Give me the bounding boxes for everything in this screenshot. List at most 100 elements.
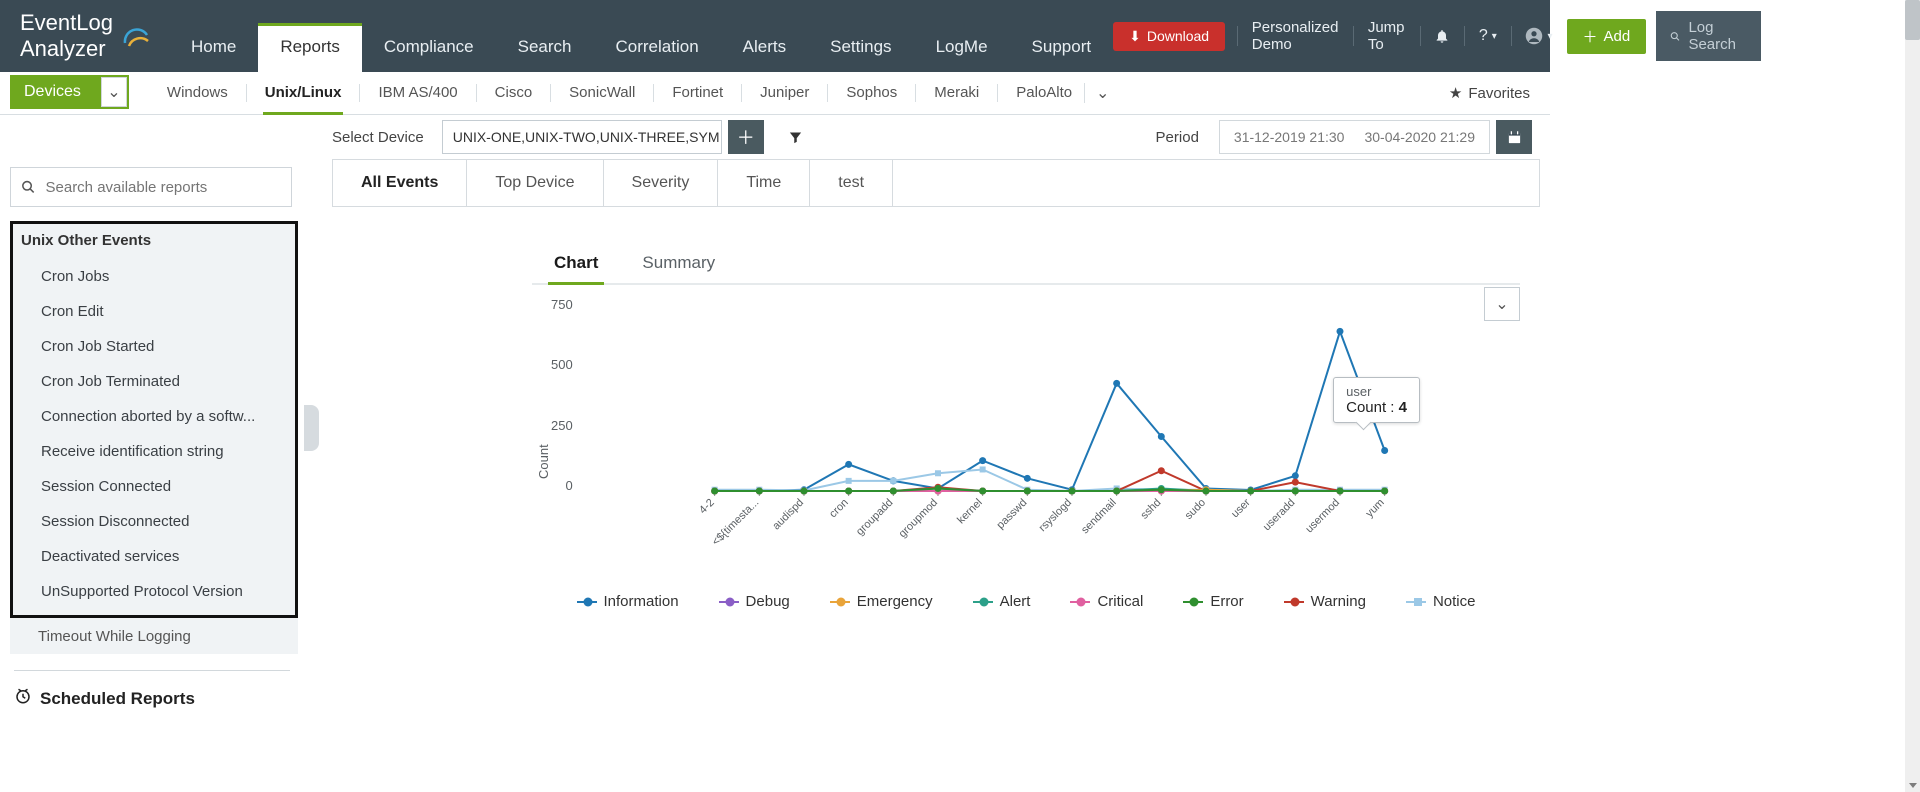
add-button[interactable]: ＋ Add	[1567, 19, 1647, 54]
legend-label: Critical	[1097, 593, 1143, 610]
nav-logme[interactable]: LogMe	[914, 23, 1010, 72]
platform-tabs: Windows Unix/Linux IBM AS/400 Cisco Soni…	[155, 72, 1120, 114]
subtab-unix[interactable]: Unix/Linux	[253, 72, 354, 114]
subtab-ibm[interactable]: IBM AS/400	[366, 72, 469, 114]
tree-item[interactable]: Session Connected	[13, 469, 295, 504]
svg-text:passwd: passwd	[994, 497, 1029, 532]
log-search-button[interactable]: Log Search	[1656, 11, 1761, 61]
tree-item[interactable]: Session Disconnected	[13, 504, 295, 539]
subtab-fortinet[interactable]: Fortinet	[660, 72, 735, 114]
favorites-link[interactable]: ★ Favorites	[1429, 72, 1550, 114]
tree-item[interactable]: Cron Jobs	[13, 259, 295, 294]
nav-home[interactable]: Home	[169, 23, 258, 72]
user-menu-icon[interactable]: ▾	[1511, 27, 1566, 45]
more-platforms-caret[interactable]: ⌄	[1084, 83, 1120, 103]
tab-time[interactable]: Time	[718, 160, 810, 206]
tab-all-events[interactable]: All Events	[333, 160, 467, 206]
nav-support[interactable]: Support	[1010, 23, 1114, 72]
legend-label: Warning	[1311, 593, 1366, 610]
legend-label: Error	[1210, 593, 1243, 610]
period-label: Period	[1156, 129, 1199, 146]
log-search-label: Log Search	[1688, 19, 1740, 53]
page-scrollbar[interactable]	[1905, 0, 1920, 792]
legend-item-critical[interactable]: Critical	[1070, 593, 1143, 610]
svg-text:usermod: usermod	[1303, 497, 1342, 536]
legend-marker-icon	[577, 597, 597, 607]
nav-alerts[interactable]: Alerts	[721, 23, 808, 72]
subtab-meraki[interactable]: Meraki	[922, 72, 991, 114]
subtab-windows[interactable]: Windows	[155, 72, 240, 114]
legend-label: Alert	[1000, 593, 1031, 610]
tooltip-value: 4	[1399, 399, 1407, 416]
svg-text:groupmod: groupmod	[896, 497, 940, 541]
nav-compliance[interactable]: Compliance	[362, 23, 496, 72]
add-device-button[interactable]: ＋	[728, 120, 764, 154]
tree-item[interactable]: Deactivated services	[13, 539, 295, 574]
legend-item-warning[interactable]: Warning	[1284, 593, 1366, 610]
period-area: Period 31-12-2019 21:30 30-04-2020 21:29	[1156, 120, 1550, 154]
legend-item-emergency[interactable]: Emergency	[830, 593, 933, 610]
jump-to-link[interactable]: Jump To	[1354, 19, 1420, 53]
line-chart-svg: 4-2<${timesta...audispdcrongroupaddgroup…	[581, 297, 1520, 567]
tree-group-title[interactable]: Unix Other Events	[13, 226, 295, 259]
legend-item-notice[interactable]: Notice	[1406, 593, 1476, 610]
nav-search[interactable]: Search	[496, 23, 594, 72]
chart-tab-chart[interactable]: Chart	[552, 247, 600, 283]
legend-item-information[interactable]: Information	[577, 593, 679, 610]
chart-tooltip: user Count : 4	[1333, 377, 1420, 423]
tab-top-device[interactable]: Top Device	[467, 160, 603, 206]
subtab-cisco[interactable]: Cisco	[483, 72, 545, 114]
svg-text:groupadd: groupadd	[854, 497, 895, 538]
nav-correlation[interactable]: Correlation	[594, 23, 721, 72]
help-icon[interactable]: ? ▾	[1465, 27, 1511, 45]
tree-item[interactable]: Connection aborted by a softw...	[13, 399, 295, 434]
legend-item-alert[interactable]: Alert	[973, 593, 1031, 610]
svg-text:sendmail: sendmail	[1079, 497, 1119, 537]
personalized-demo-link[interactable]: Personalized Demo	[1238, 19, 1353, 53]
left-sidebar: Unix Other Events Cron Jobs Cron Edit Cr…	[0, 159, 304, 732]
subtab-sonicwall[interactable]: SonicWall	[557, 72, 647, 114]
plus-icon: ＋	[1583, 26, 1598, 47]
reports-tree: Unix Other Events Cron Jobs Cron Edit Cr…	[10, 221, 298, 618]
devices-dropdown[interactable]: Devices ⌄	[10, 75, 129, 109]
subtab-juniper[interactable]: Juniper	[748, 72, 821, 114]
event-tabs: All Events Top Device Severity Time test	[332, 159, 1540, 207]
nav-settings[interactable]: Settings	[808, 23, 913, 72]
legend-item-error[interactable]: Error	[1183, 593, 1243, 610]
nav-reports[interactable]: Reports	[258, 23, 362, 72]
tab-settings-gear[interactable]	[1483, 160, 1539, 206]
tree-item[interactable]: Cron Job Started	[13, 329, 295, 364]
top-bar: EventLog Analyzer Home Reports Complianc…	[0, 0, 1550, 72]
tree-item[interactable]: Cron Job Terminated	[13, 364, 295, 399]
date-range-picker[interactable]: 31-12-2019 21:30 30-04-2020 21:29	[1219, 120, 1490, 154]
download-button[interactable]: ⬇ Download	[1113, 22, 1225, 51]
chart-export-menu[interactable]: ⌄	[1484, 287, 1520, 321]
tree-item[interactable]: Receive identification string	[13, 434, 295, 469]
search-icon	[1670, 29, 1680, 44]
subtab-paloalto[interactable]: PaloAlto	[1004, 72, 1084, 114]
scrollbar-thumb[interactable]	[1905, 0, 1920, 40]
main-row: Unix Other Events Cron Jobs Cron Edit Cr…	[0, 159, 1550, 732]
filter-funnel-button[interactable]	[778, 120, 814, 154]
tab-severity[interactable]: Severity	[604, 160, 719, 206]
legend-item-debug[interactable]: Debug	[719, 593, 790, 610]
chevron-down-icon[interactable]: ⌄	[101, 77, 127, 107]
chart-subtabs: Chart Summary	[532, 247, 1520, 285]
search-reports-input[interactable]	[46, 179, 282, 196]
tree-item-truncated[interactable]: Timeout While Logging	[10, 618, 298, 654]
subtab-sophos[interactable]: Sophos	[834, 72, 909, 114]
scheduled-reports-link[interactable]: Scheduled Reports	[10, 681, 298, 720]
tree-item[interactable]: Cron Edit	[13, 294, 295, 329]
y-axis-ticks: 7505002500	[551, 297, 581, 493]
calendar-button[interactable]	[1496, 120, 1532, 154]
legend-marker-icon	[1070, 597, 1090, 607]
notifications-icon[interactable]	[1420, 28, 1464, 44]
svg-text:yum: yum	[1363, 497, 1386, 520]
chart-tab-summary[interactable]: Summary	[640, 247, 717, 283]
tab-test[interactable]: test	[810, 160, 893, 206]
svg-text:sshd: sshd	[1138, 497, 1163, 522]
divider	[14, 670, 290, 671]
tree-item[interactable]: UnSupported Protocol Version	[13, 574, 295, 609]
content-area: All Events Top Device Severity Time test…	[304, 159, 1550, 610]
device-multiselect[interactable]: UNIX-ONE,UNIX-TWO,UNIX-THREE,SYM	[442, 120, 722, 154]
